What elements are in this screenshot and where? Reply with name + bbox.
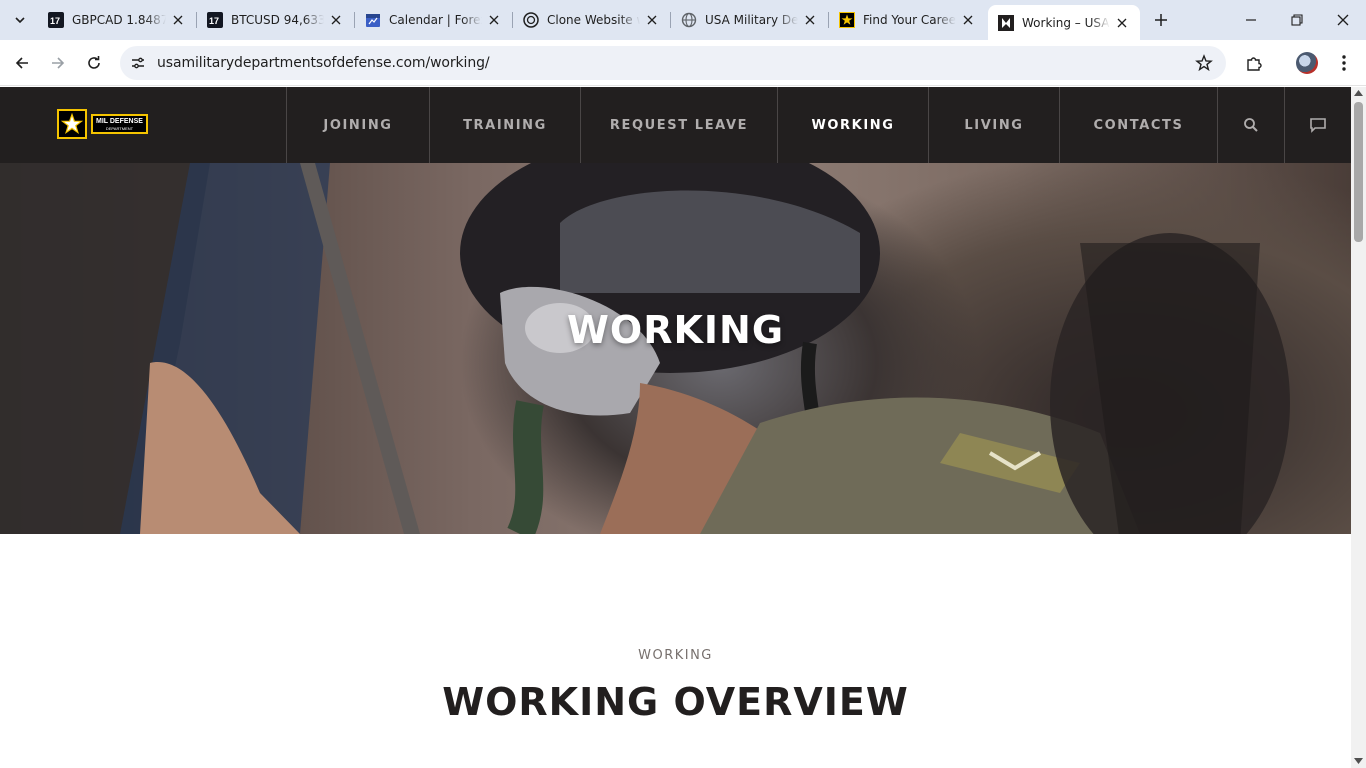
main-nav: JOINING TRAINING REQUEST LEAVE WORKING L… — [286, 87, 1351, 163]
restore-icon — [1291, 14, 1303, 26]
globe-icon — [681, 12, 697, 28]
chevron-down-icon — [15, 17, 25, 24]
reload-button[interactable] — [81, 50, 107, 76]
new-tab-button[interactable] — [1150, 9, 1172, 31]
arrow-left-icon — [15, 57, 28, 69]
tab-title: USA Military Dep — [705, 13, 798, 27]
close-tab-icon[interactable] — [802, 12, 818, 28]
scroll-down-icon[interactable] — [1354, 758, 1363, 764]
address-bar[interactable]: usamilitarydepartmentsofdefense.com/work… — [120, 46, 1226, 80]
section-title: WORKING OVERVIEW — [442, 680, 909, 724]
nav-item-request-leave[interactable]: REQUEST LEAVE — [580, 87, 777, 163]
plus-icon — [1155, 14, 1167, 26]
browser-tab-active[interactable]: Working – USA M — [988, 5, 1140, 40]
menu-button[interactable] — [1331, 50, 1357, 76]
close-tab-icon[interactable] — [170, 12, 186, 28]
scroll-thumb[interactable] — [1354, 102, 1363, 242]
search-icon — [1244, 118, 1258, 132]
browser-tab[interactable]: Find Your Career — [829, 0, 986, 40]
logo-line1: MIL DEFENSE — [96, 117, 143, 125]
nav-item-living[interactable]: LIVING — [928, 87, 1059, 163]
puzzle-icon — [1247, 57, 1262, 71]
close-tab-icon[interactable] — [1114, 15, 1130, 31]
avatar — [1296, 52, 1318, 74]
extensions-button[interactable] — [1241, 50, 1267, 76]
browser-tab[interactable]: 17 GBPCAD 1.84875 — [38, 0, 196, 40]
scroll-up-icon[interactable] — [1354, 90, 1363, 96]
tab-title: Clone Website w — [547, 13, 640, 27]
forex-calendar-icon — [365, 12, 381, 28]
hero-banner: WORKING — [0, 163, 1351, 534]
tradingview-icon: 17 — [207, 12, 223, 28]
close-icon — [1337, 14, 1349, 26]
minimize-button[interactable] — [1228, 0, 1274, 40]
svg-text:17: 17 — [50, 16, 60, 26]
tab-strip: 17 GBPCAD 1.84875 17 BTCUSD 94,633 Calen… — [0, 0, 1366, 40]
openai-icon — [523, 12, 539, 28]
nav-item-joining[interactable]: JOINING — [286, 87, 429, 163]
section-eyebrow: WORKING — [638, 648, 713, 663]
forward-button[interactable] — [45, 50, 71, 76]
hero-title: WORKING — [566, 308, 785, 352]
close-tab-icon[interactable] — [960, 12, 976, 28]
bookmark-star-icon[interactable] — [1194, 53, 1214, 73]
arrow-right-icon — [52, 57, 65, 69]
tradingview-icon: 17 — [48, 12, 64, 28]
tab-title: Calendar | Forex — [389, 13, 482, 27]
site-header: MIL DEFENSE DEPARTMENT JOINING TRAINING … — [0, 87, 1351, 163]
logo-wordmark: MIL DEFENSE DEPARTMENT — [91, 114, 148, 134]
chat-button[interactable] — [1284, 87, 1351, 163]
page-scrollbar[interactable] — [1351, 87, 1366, 768]
logo-line2: DEPARTMENT — [105, 125, 134, 131]
chat-icon — [1310, 118, 1326, 133]
restore-button[interactable] — [1274, 0, 1320, 40]
tab-search-button[interactable] — [6, 6, 34, 34]
site-settings-icon[interactable] — [128, 53, 148, 73]
army-star-icon — [839, 12, 855, 28]
back-button[interactable] — [9, 50, 35, 76]
army-star-icon — [57, 109, 87, 139]
browser-tab[interactable]: Clone Website w — [513, 0, 670, 40]
close-tab-icon[interactable] — [486, 12, 502, 28]
tab-title: BTCUSD 94,633 — [231, 13, 324, 27]
browser-tab[interactable]: USA Military Dep — [671, 0, 828, 40]
nav-item-working[interactable]: WORKING — [777, 87, 928, 163]
minimize-icon — [1246, 19, 1256, 21]
more-vert-icon — [1342, 55, 1346, 71]
nav-item-contacts[interactable]: CONTACTS — [1059, 87, 1217, 163]
reload-icon — [88, 56, 100, 69]
close-window-button[interactable] — [1320, 0, 1366, 40]
svg-text:17: 17 — [209, 16, 219, 26]
browser-tab[interactable]: Calendar | Forex — [355, 0, 512, 40]
site-logo[interactable]: MIL DEFENSE DEPARTMENT — [57, 108, 157, 140]
profile-button[interactable] — [1294, 50, 1320, 76]
url-text[interactable]: usamilitarydepartmentsofdefense.com/work… — [157, 55, 490, 71]
close-tab-icon[interactable] — [644, 12, 660, 28]
search-button[interactable] — [1217, 87, 1284, 163]
browser-toolbar: usamilitarydepartmentsofdefense.com/work… — [0, 40, 1366, 86]
tab-title: Find Your Career — [863, 13, 956, 27]
browser-tab[interactable]: 17 BTCUSD 94,633 — [197, 0, 354, 40]
site-icon — [998, 14, 1014, 31]
tab-title: Working – USA M — [1022, 15, 1110, 30]
tab-title: GBPCAD 1.84875 — [72, 13, 166, 27]
nav-item-training[interactable]: TRAINING — [429, 87, 580, 163]
close-tab-icon[interactable] — [328, 12, 344, 28]
